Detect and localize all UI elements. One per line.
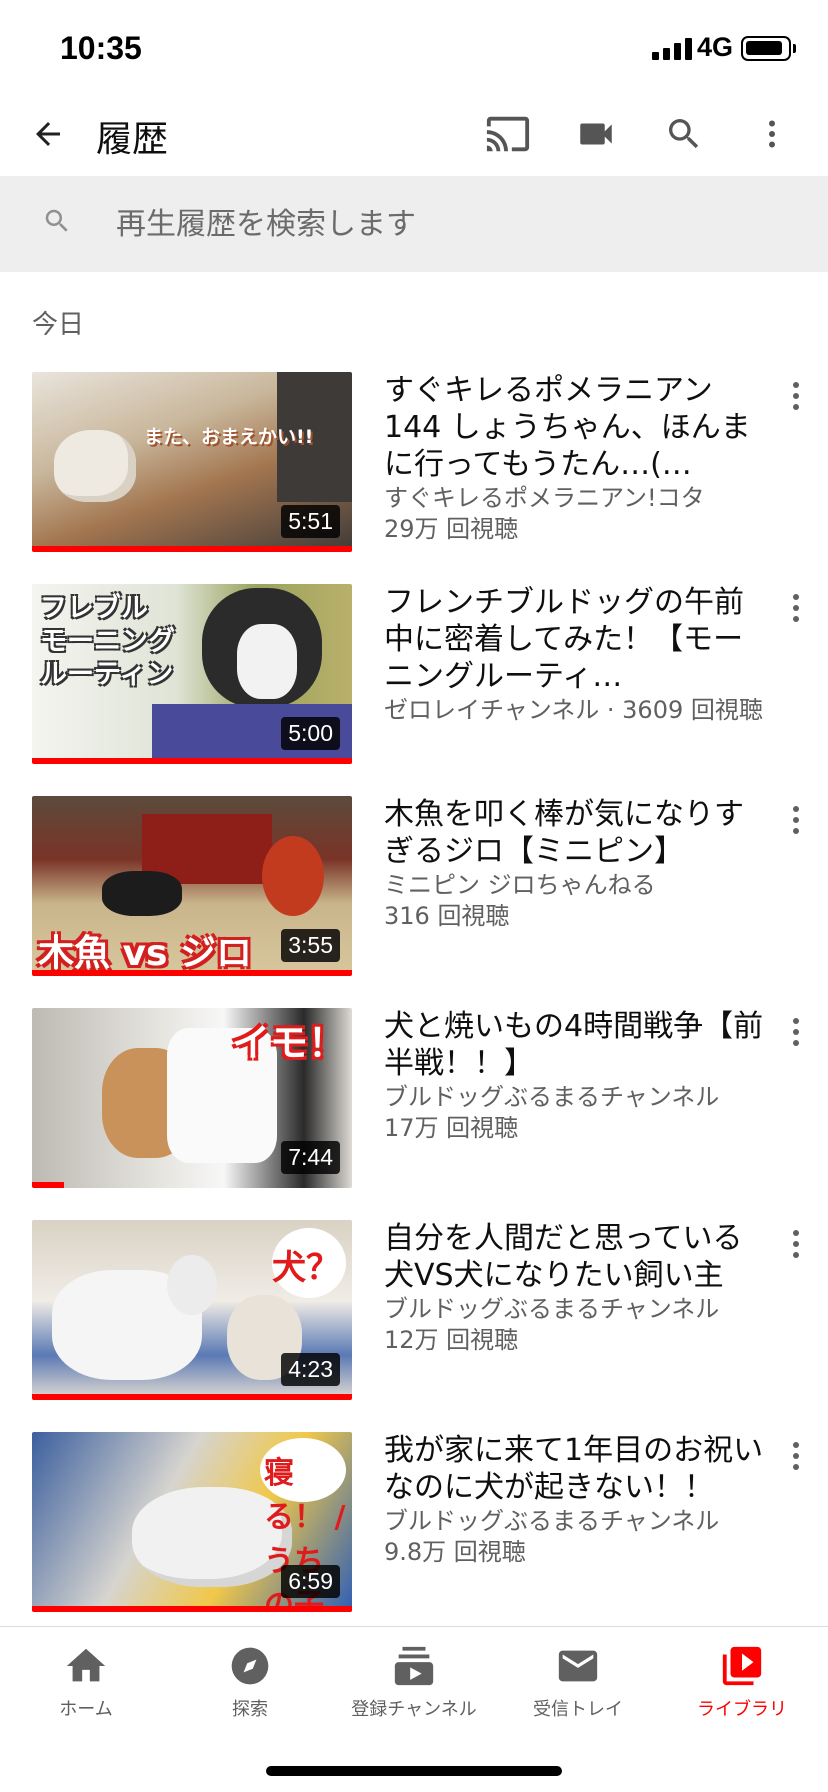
nav-library[interactable]: ライブラリ	[660, 1643, 824, 1723]
video-channel: ミニピン ジロちゃんねる	[384, 871, 656, 899]
list-item[interactable]: イモ！ 7:44 犬と焼いもの4時間戦争【前半戦！！】 ブルドッグぶるまるチャン…	[0, 1008, 828, 1192]
video-views: 17万 回視聴	[384, 1114, 519, 1142]
watch-progress-bar	[32, 546, 352, 552]
search-icon	[42, 206, 78, 242]
back-arrow-icon[interactable]	[24, 110, 72, 158]
thumbnail-overlay-text: フレブル モーニング ルーティン	[40, 593, 175, 690]
video-thumbnail[interactable]: 木魚 vs ジロ 3:55	[32, 796, 352, 976]
nav-label: 登録チャンネル	[351, 1699, 477, 1720]
explore-compass-icon	[226, 1643, 274, 1689]
nav-label: 探索	[232, 1699, 268, 1720]
home-indicator[interactable]	[266, 1766, 562, 1776]
more-options-icon[interactable]	[780, 1436, 812, 1476]
thumbnail-overlay-text: イモ！	[232, 1021, 347, 1065]
cast-icon[interactable]	[484, 110, 532, 158]
watch-progress-bar	[32, 1606, 352, 1612]
video-views: 9.8万 回視聴	[384, 1538, 526, 1566]
video-info: 犬と焼いもの4時間戦争【前半戦！！】 ブルドッグぶるまるチャンネル 17万 回視…	[384, 1008, 764, 1144]
video-channel: すぐキレるポメラニアン!コタ	[384, 484, 705, 512]
nav-label: ライブラリ	[697, 1699, 787, 1720]
history-search-bar	[0, 176, 828, 272]
watch-progress-bar	[32, 970, 352, 976]
app-bar: 履歴	[0, 92, 828, 176]
list-item[interactable]: フレブル モーニング ルーティン 5:00 フレンチブルドッグの午前中に密着して…	[0, 584, 828, 768]
video-duration: 3:55	[281, 929, 340, 962]
video-views: 316 回視聴	[384, 902, 510, 930]
video-camera-icon[interactable]	[572, 110, 620, 158]
more-options-icon[interactable]	[780, 376, 812, 416]
video-channel: ブルドッグぶるまるチャンネル	[384, 1507, 720, 1535]
status-time: 10:35	[60, 30, 142, 66]
video-title[interactable]: 木魚を叩く棒が気になりすぎるジロ【ミニピン】	[384, 796, 764, 870]
video-views: 12万 回視聴	[384, 1326, 519, 1354]
more-options-icon[interactable]	[780, 588, 812, 628]
video-info: 我が家に来て1年目のお祝いなのに犬が起きない！！ ブルドッグぶるまるチャンネル …	[384, 1432, 764, 1568]
video-thumbnail[interactable]: 犬？ 4:23	[32, 1220, 352, 1400]
subscriptions-icon	[390, 1643, 438, 1689]
more-options-icon[interactable]	[780, 1012, 812, 1052]
thumbnail-overlay-text: 木魚 vs ジロ	[38, 933, 252, 974]
video-channel: ブルドッグぶるまるチャンネル	[384, 1083, 720, 1111]
video-title[interactable]: 我が家に来て1年目のお祝いなのに犬が起きない！！	[384, 1432, 764, 1506]
list-item[interactable]: 寝る！ / うちの子記念日 6:59 我が家に来て1年目のお祝いなのに犬が起きな…	[0, 1432, 828, 1616]
page-title: 履歴	[96, 119, 169, 160]
watch-progress-bar	[32, 1182, 64, 1188]
nav-inbox[interactable]: 受信トレイ	[496, 1643, 660, 1723]
list-item[interactable]: 犬？ 4:23 自分を人間だと思っている犬VS犬になりたい飼い主 ブルドッグぶる…	[0, 1220, 828, 1404]
video-duration: 5:51	[281, 505, 340, 538]
video-title[interactable]: すぐキレるポメラニアン144 しょうちゃん、ほんまに行ってもうたん…(…	[384, 372, 764, 483]
video-info: フレンチブルドッグの午前中に密着してみた！【モーニングルーティ… ゼロレイチャン…	[384, 584, 764, 726]
signal-strength-icon	[652, 36, 692, 60]
video-thumbnail[interactable]: また、おまえかい!! 5:51	[32, 372, 352, 552]
thumbnail-overlay-text: 犬？	[272, 1248, 340, 1288]
video-thumbnail[interactable]: 寝る！ / うちの子記念日 6:59	[32, 1432, 352, 1612]
list-item[interactable]: また、おまえかい!! 5:51 すぐキレるポメラニアン144 しょうちゃん、ほん…	[0, 372, 828, 556]
video-duration: 7:44	[281, 1141, 340, 1174]
video-duration: 6:59	[281, 1565, 340, 1598]
watch-progress-bar	[32, 1394, 352, 1400]
more-vertical-icon[interactable]	[748, 110, 796, 158]
nav-explore[interactable]: 探索	[168, 1643, 332, 1723]
nav-home[interactable]: ホーム	[4, 1643, 168, 1723]
video-channel: ゼロレイチャンネル · 3609 回視聴	[384, 696, 763, 724]
nav-label: 受信トレイ	[533, 1699, 623, 1720]
video-title[interactable]: フレンチブルドッグの午前中に密着してみた！【モーニングルーティ…	[384, 584, 764, 695]
library-icon	[718, 1643, 766, 1689]
video-info: 木魚を叩く棒が気になりすぎるジロ【ミニピン】 ミニピン ジロちゃんねる 316 …	[384, 796, 764, 932]
home-icon	[62, 1643, 110, 1689]
battery-icon	[741, 36, 796, 61]
history-search-input[interactable]	[116, 200, 796, 248]
section-label-today: 今日	[32, 310, 85, 340]
thumbnail-overlay-text: また、おまえかい!!	[144, 426, 314, 448]
status-bar: 10:35 4G	[0, 0, 828, 92]
video-duration: 4:23	[281, 1353, 340, 1386]
more-options-icon[interactable]	[780, 1224, 812, 1264]
video-title[interactable]: 自分を人間だと思っている犬VS犬になりたい飼い主	[384, 1220, 764, 1294]
video-views: 29万 回視聴	[384, 515, 519, 543]
network-type: 4G	[697, 32, 734, 62]
list-item[interactable]: 木魚 vs ジロ 3:55 木魚を叩く棒が気になりすぎるジロ【ミニピン】 ミニピ…	[0, 796, 828, 980]
video-info: すぐキレるポメラニアン144 しょうちゃん、ほんまに行ってもうたん…(… すぐキ…	[384, 372, 764, 545]
video-info: 自分を人間だと思っている犬VS犬になりたい飼い主 ブルドッグぶるまるチャンネル …	[384, 1220, 764, 1356]
nav-label: ホーム	[59, 1699, 113, 1720]
video-channel: ブルドッグぶるまるチャンネル	[384, 1295, 720, 1323]
video-duration: 5:00	[281, 717, 340, 750]
search-icon[interactable]	[660, 110, 708, 158]
watch-progress-bar	[32, 758, 352, 764]
inbox-mail-icon	[554, 1643, 602, 1689]
video-thumbnail[interactable]: フレブル モーニング ルーティン 5:00	[32, 584, 352, 764]
more-options-icon[interactable]	[780, 800, 812, 840]
video-thumbnail[interactable]: イモ！ 7:44	[32, 1008, 352, 1188]
video-title[interactable]: 犬と焼いもの4時間戦争【前半戦！！】	[384, 1008, 764, 1082]
nav-subscriptions[interactable]: 登録チャンネル	[332, 1643, 496, 1723]
